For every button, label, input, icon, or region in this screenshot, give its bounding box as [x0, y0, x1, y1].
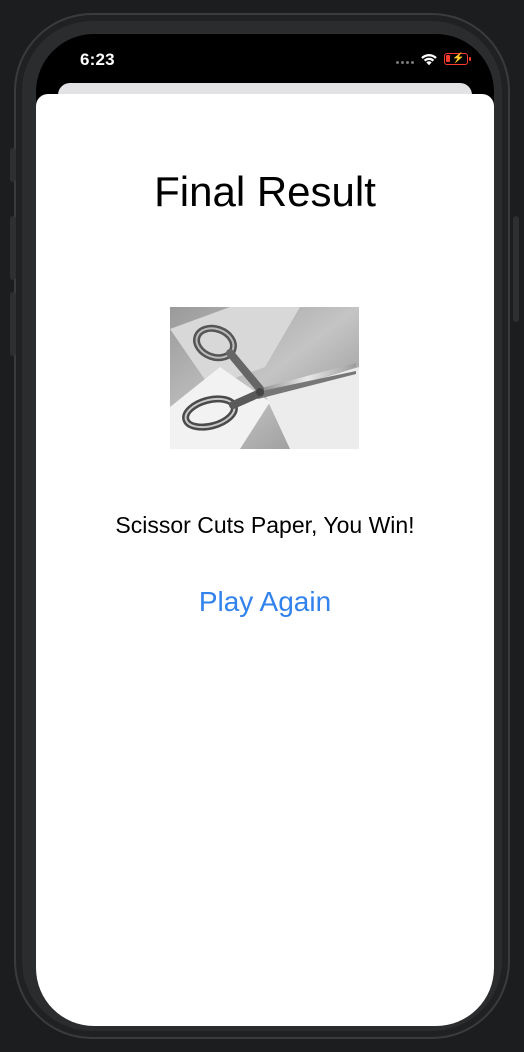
wifi-icon: [421, 54, 437, 66]
volume-down-button: [10, 292, 16, 356]
cellular-dots-icon: [396, 55, 414, 64]
status-time: 6:23: [80, 50, 115, 69]
power-button: [513, 216, 519, 322]
charging-bolt-icon: ⚡: [452, 53, 465, 64]
battery-level: [446, 55, 450, 62]
result-sheet: Final Result Scissor Cuts Paper, You Win…: [36, 94, 494, 1026]
volume-up-button: [10, 216, 16, 280]
play-again-button[interactable]: Play Again: [36, 586, 494, 618]
page-title: Final Result: [154, 168, 376, 215]
notch: [149, 34, 380, 68]
scissors-cutting-paper-image: [170, 307, 359, 449]
result-message: Scissor Cuts Paper, You Win!: [115, 512, 415, 538]
mute-switch: [10, 148, 16, 182]
battery-charging-icon: ⚡: [444, 53, 471, 65]
status-icons: ⚡: [396, 52, 471, 66]
screen: 6:23 ⚡ Final Result Scissor Cuts Paper, …: [36, 34, 494, 1026]
